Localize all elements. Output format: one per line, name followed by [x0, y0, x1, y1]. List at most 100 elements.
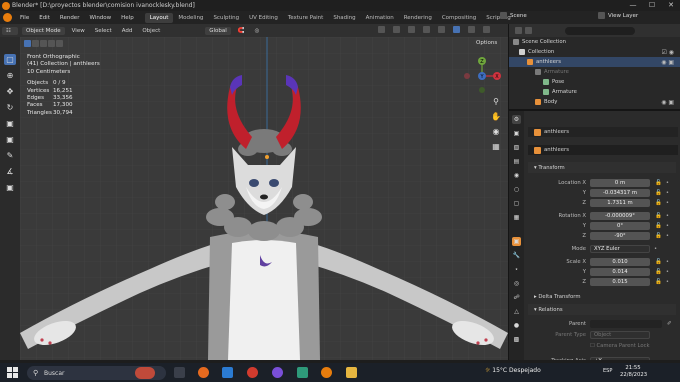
- blender-taskbar-icon[interactable]: [321, 367, 332, 378]
- zoom-icon[interactable]: ⚲: [490, 96, 502, 108]
- outliner-row-body[interactable]: Body ◉ ▣: [509, 97, 680, 107]
- outliner-row-scene-collection[interactable]: Scene Collection: [509, 37, 680, 47]
- outliner-filter-icon[interactable]: [525, 27, 532, 34]
- taskbar-search-input[interactable]: ⚲ Buscar: [27, 366, 166, 380]
- menu-view[interactable]: View: [67, 28, 90, 34]
- options-dropdown[interactable]: Options: [473, 39, 501, 47]
- texture-tab-icon[interactable]: ▦: [512, 213, 521, 222]
- weather-widget[interactable]: ☼ 15°C Despejado: [485, 367, 541, 374]
- menu-object[interactable]: Object: [137, 28, 165, 34]
- tab-uv-editing[interactable]: UV Editing: [244, 13, 283, 23]
- taskbar-clock[interactable]: 21:55 22/8/2023: [620, 365, 647, 379]
- rotation-z-field[interactable]: -90°: [590, 231, 650, 240]
- gizmo-neg-x-icon[interactable]: [464, 73, 470, 79]
- world-tab-icon[interactable]: ○: [512, 185, 521, 194]
- lock-icon[interactable]: 🔓: [655, 200, 662, 206]
- outliner-row-armature[interactable]: Armature: [509, 67, 680, 77]
- menu-select[interactable]: Select: [90, 28, 117, 34]
- outliner-row-pose[interactable]: Pose: [509, 77, 680, 87]
- location-y-field[interactable]: -0.034317 m: [590, 188, 650, 197]
- collection-tab-icon[interactable]: ▢: [512, 199, 521, 208]
- parent-field[interactable]: [590, 319, 662, 328]
- scale-tool-icon[interactable]: ▣: [4, 118, 16, 129]
- keyframe-icon[interactable]: •: [666, 213, 669, 219]
- tab-texture-paint[interactable]: Texture Paint: [283, 13, 329, 23]
- menu-file[interactable]: File: [15, 15, 34, 21]
- lock-icon[interactable]: 🔓: [655, 223, 662, 229]
- menu-edit[interactable]: Edit: [34, 15, 55, 21]
- app-icon[interactable]: [297, 367, 308, 378]
- tab-shading[interactable]: Shading: [328, 13, 360, 23]
- keyframe-icon[interactable]: •: [654, 246, 657, 252]
- transform-orientation-dropdown[interactable]: Global: [205, 26, 231, 35]
- lock-icon[interactable]: 🔓: [655, 213, 662, 219]
- eyedropper-icon[interactable]: ✐: [667, 321, 672, 327]
- shading-material-icon[interactable]: [468, 26, 475, 33]
- xray-toggle-icon[interactable]: [423, 26, 430, 33]
- scale-z-field[interactable]: 0.015: [590, 277, 650, 286]
- delta-transform-panel-header[interactable]: ▸ Delta Transform: [528, 291, 676, 302]
- lock-icon[interactable]: 🔓: [655, 269, 662, 275]
- tab-rendering[interactable]: Rendering: [399, 13, 437, 23]
- object-mode-dropdown[interactable]: Object Mode: [22, 26, 65, 35]
- visibility-eye-icon[interactable]: ◉ ▣: [661, 99, 674, 106]
- keyframe-icon[interactable]: •: [666, 190, 669, 196]
- location-x-field[interactable]: 0 m: [590, 178, 650, 187]
- object-tab-icon[interactable]: ▣: [512, 237, 521, 246]
- tab-compositing[interactable]: Compositing: [437, 13, 481, 23]
- object-name-field[interactable]: anthleers: [528, 145, 678, 155]
- material-tab-icon[interactable]: ●: [512, 321, 521, 330]
- visibility-eye-icon[interactable]: ☑ ◉: [661, 49, 674, 56]
- lock-icon[interactable]: 🔓: [655, 233, 662, 239]
- task-view-icon[interactable]: [174, 367, 185, 378]
- select-new-icon[interactable]: [24, 40, 31, 47]
- tab-layout[interactable]: Layout: [144, 12, 174, 23]
- view-layer-tab-icon[interactable]: ▤: [512, 157, 521, 166]
- overlay-toggle-icon[interactable]: [408, 26, 415, 33]
- move-tool-icon[interactable]: ✥: [4, 86, 16, 97]
- visibility-icon[interactable]: [378, 26, 385, 33]
- camera-view-icon[interactable]: ◉: [490, 126, 502, 138]
- scale-x-field[interactable]: 0.010: [590, 257, 650, 266]
- select-intersect-icon[interactable]: [56, 40, 63, 47]
- snap-icon[interactable]: 🧲: [233, 28, 250, 34]
- lock-icon[interactable]: 🔓: [655, 180, 662, 186]
- close-button[interactable]: ✕: [662, 0, 680, 11]
- shading-solid-icon[interactable]: [453, 26, 460, 33]
- rotation-mode-dropdown[interactable]: XYZ Euler: [590, 244, 650, 253]
- rotate-tool-icon[interactable]: ↻: [4, 102, 16, 113]
- tool-tab-icon[interactable]: ⚙: [512, 115, 521, 124]
- pan-hand-icon[interactable]: ✋: [490, 111, 502, 123]
- keyframe-icon[interactable]: •: [666, 269, 669, 275]
- menu-render[interactable]: Render: [55, 15, 85, 21]
- gizmo-neg-z-icon[interactable]: [479, 87, 485, 93]
- tab-sculpting[interactable]: Sculpting: [208, 13, 244, 23]
- firefox-icon[interactable]: [198, 367, 209, 378]
- constraints-tab-icon[interactable]: ☍: [512, 293, 521, 302]
- perspective-grid-icon[interactable]: ▦: [490, 141, 502, 153]
- outliner-row-collection[interactable]: Collection ☑ ◉: [509, 47, 680, 57]
- view-layer-selector[interactable]: View Layer: [598, 12, 638, 19]
- shading-wireframe-icon[interactable]: [438, 26, 445, 33]
- tab-animation[interactable]: Animation: [361, 13, 399, 23]
- menu-window[interactable]: Window: [84, 15, 116, 21]
- location-z-field[interactable]: 1.7311 m: [590, 198, 650, 207]
- outliner-editor-icon[interactable]: [515, 27, 522, 34]
- transform-panel-header[interactable]: ▾ Transform: [528, 162, 676, 173]
- object-data-tab-icon[interactable]: △: [512, 307, 521, 316]
- add-cube-tool-icon[interactable]: ▣: [4, 182, 16, 193]
- physics-tab-icon[interactable]: ◎: [512, 279, 521, 288]
- parent-type-dropdown[interactable]: Object: [590, 330, 650, 339]
- particles-tab-icon[interactable]: ⋆: [512, 265, 521, 274]
- keyframe-icon[interactable]: •: [666, 200, 669, 206]
- lock-icon[interactable]: 🔓: [655, 190, 662, 196]
- keyframe-icon[interactable]: •: [666, 279, 669, 285]
- scene-tab-icon[interactable]: ◉: [512, 171, 521, 180]
- shading-rendered-icon[interactable]: [483, 26, 490, 33]
- output-tab-icon[interactable]: ▧: [512, 143, 521, 152]
- minimize-button[interactable]: —: [624, 0, 642, 11]
- language-indicator[interactable]: ESP: [603, 368, 612, 374]
- scene-selector[interactable]: Scene: [500, 12, 527, 19]
- visibility-eye-icon[interactable]: ◉ ▣: [661, 59, 674, 66]
- tab-modeling[interactable]: Modeling: [173, 13, 208, 23]
